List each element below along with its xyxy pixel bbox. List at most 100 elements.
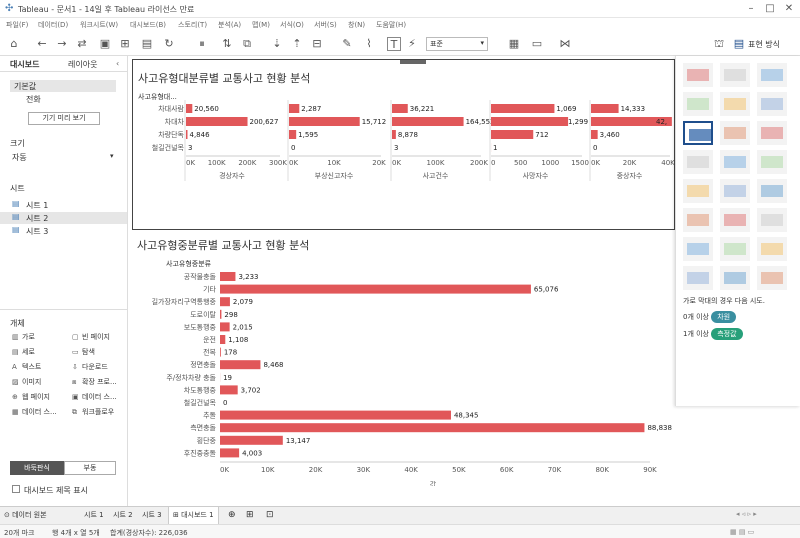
- redo-icon[interactable]: →: [55, 37, 69, 51]
- sort-desc-icon[interactable]: ⇡: [290, 37, 304, 51]
- sheet-item-2[interactable]: ▤ 시트 2: [0, 212, 127, 224]
- chart-type-thumbnail[interactable]: [720, 266, 750, 290]
- chart-type-thumbnail[interactable]: [757, 208, 787, 232]
- chart-type-thumbnail[interactable]: [683, 208, 713, 232]
- bar[interactable]: [289, 130, 297, 139]
- bar[interactable]: [220, 347, 221, 357]
- device-default[interactable]: 기본값: [10, 80, 116, 92]
- replay-icon[interactable]: ⇄: [75, 37, 89, 51]
- chart-type-thumbnail[interactable]: [683, 179, 713, 203]
- bar[interactable]: [220, 284, 531, 294]
- device-preview-button[interactable]: 기기 미리 보기: [28, 112, 100, 125]
- bar[interactable]: [220, 448, 240, 458]
- menu-format[interactable]: 서식(O): [280, 20, 304, 30]
- menu-help[interactable]: 도움말(H): [376, 20, 406, 30]
- bar[interactable]: [392, 104, 408, 113]
- bar[interactable]: [186, 104, 193, 113]
- fit-icon[interactable]: ▦: [507, 37, 521, 51]
- chart-type-thumbnail[interactable]: [757, 63, 787, 87]
- tab-sheet1[interactable]: 시트 1: [84, 510, 104, 520]
- bar[interactable]: [220, 385, 238, 395]
- bar[interactable]: [289, 104, 300, 113]
- show-me-icon[interactable]: ▤: [732, 37, 746, 51]
- menu-window[interactable]: 창(N): [348, 20, 365, 30]
- chart-type-thumbnail[interactable]: [683, 266, 713, 290]
- new-sheet-tab-icon[interactable]: ⊕: [228, 510, 236, 520]
- highlight-icon[interactable]: ✎: [340, 37, 354, 51]
- label-icon[interactable]: T: [387, 37, 401, 51]
- home-icon[interactable]: ⌂: [7, 37, 21, 51]
- show-me-label[interactable]: 표현 방식: [748, 39, 780, 50]
- chart-type-thumbnail[interactable]: [757, 121, 787, 145]
- bar[interactable]: [289, 117, 360, 126]
- chart-type-thumbnail[interactable]: [720, 63, 750, 87]
- chart-type-thumbnail[interactable]: [720, 179, 750, 203]
- chart-type-thumbnail[interactable]: [720, 150, 750, 174]
- tab-sheet3[interactable]: 시트 3: [142, 510, 162, 520]
- duplicate-icon[interactable]: ⧉: [240, 37, 254, 51]
- view-toggle-icon[interactable]: ▦ ▤ ▭: [730, 528, 754, 536]
- bar[interactable]: [220, 435, 283, 445]
- bar[interactable]: [186, 117, 248, 126]
- object-nav[interactable]: ▭ 탐색: [72, 347, 95, 357]
- swap-icon[interactable]: ⇅: [220, 37, 234, 51]
- object-vertical[interactable]: ▤ 세로: [12, 347, 35, 357]
- bar[interactable]: [392, 130, 396, 139]
- chart-type-thumbnail[interactable]: [683, 63, 713, 87]
- tab-dashboard1[interactable]: ⊞ 대시보드 1: [168, 507, 219, 524]
- menu-story[interactable]: 스토리(T): [178, 20, 207, 30]
- object-blank[interactable]: ▢ 빈 페이지: [72, 332, 110, 342]
- save-icon[interactable]: ▣: [98, 37, 112, 51]
- menu-server[interactable]: 서버(S): [314, 20, 337, 30]
- bar[interactable]: [392, 117, 464, 126]
- menu-dashboard[interactable]: 대시보드(B): [130, 20, 166, 30]
- chart-type-thumbnail[interactable]: [757, 179, 787, 203]
- lock-icon[interactable]: ⛫: [712, 37, 726, 51]
- new-datasource-icon[interactable]: ⊞: [118, 37, 132, 51]
- bar[interactable]: [491, 130, 534, 139]
- chart-type-thumbnail[interactable]: [720, 208, 750, 232]
- new-dashboard-tab-icon[interactable]: ⊞: [246, 510, 254, 520]
- menu-worksheet[interactable]: 워크시트(W): [80, 20, 118, 30]
- floating-toggle[interactable]: 부동: [64, 461, 116, 475]
- bar[interactable]: [220, 322, 230, 332]
- maximize-icon[interactable]: □: [763, 2, 777, 16]
- chart-type-thumbnail[interactable]: [757, 150, 787, 174]
- sheet1-container[interactable]: 사고유형대분류별 교통사고 현황 분석 사고유형대... 차대사람 차대차 차량단독 철…: [132, 59, 675, 230]
- chart-type-thumbnail[interactable]: [720, 92, 750, 116]
- chart-type-thumbnail[interactable]: [757, 92, 787, 116]
- new-sheet-icon[interactable]: ▤: [140, 37, 154, 51]
- sheet-item-1[interactable]: ▤ 시트 1: [10, 199, 120, 211]
- pin-icon[interactable]: ⚡: [405, 37, 419, 51]
- tab-datasource[interactable]: ⊙ 데이터 원본: [4, 510, 47, 520]
- presentation-icon[interactable]: ▭: [530, 37, 544, 51]
- tab-dashboard[interactable]: 대시보드: [10, 59, 39, 70]
- bar[interactable]: [491, 117, 569, 126]
- chart-type-thumbnail[interactable]: [683, 150, 713, 174]
- refresh-icon[interactable]: ↻: [162, 37, 176, 51]
- chart-type-thumbnail[interactable]: [683, 121, 713, 145]
- menu-map[interactable]: 맵(M): [252, 20, 270, 30]
- chart-type-thumbnail[interactable]: [757, 266, 787, 290]
- undo-icon[interactable]: ←: [35, 37, 49, 51]
- bar[interactable]: [220, 335, 226, 344]
- collapse-icon[interactable]: ‹: [116, 59, 119, 68]
- chart-type-thumbnail[interactable]: [720, 121, 750, 145]
- share-icon[interactable]: ⋈: [558, 37, 572, 51]
- tab-layout[interactable]: 레이아웃: [68, 59, 97, 70]
- object-image[interactable]: ▨ 이미지: [12, 377, 41, 387]
- sort-asc-icon[interactable]: ⇣: [270, 37, 284, 51]
- object-data-story[interactable]: ▣ 데이터 스...: [72, 392, 117, 402]
- object-extension[interactable]: ⧈ 확장 프로...: [72, 377, 117, 387]
- sheet-item-3[interactable]: ▤ 시트 3: [10, 225, 120, 237]
- chart-type-thumbnail[interactable]: [720, 237, 750, 261]
- bar[interactable]: [220, 410, 451, 420]
- object-text[interactable]: A 텍스트: [12, 362, 41, 372]
- clip-icon[interactable]: ⌇: [362, 37, 376, 51]
- close-icon[interactable]: ✕: [782, 2, 796, 16]
- menu-analysis[interactable]: 분석(A): [218, 20, 241, 30]
- bar[interactable]: [220, 423, 645, 433]
- chart-type-thumbnail[interactable]: [683, 92, 713, 116]
- chart-type-thumbnail[interactable]: [683, 237, 713, 261]
- size-select[interactable]: 자동 ▾: [10, 151, 120, 163]
